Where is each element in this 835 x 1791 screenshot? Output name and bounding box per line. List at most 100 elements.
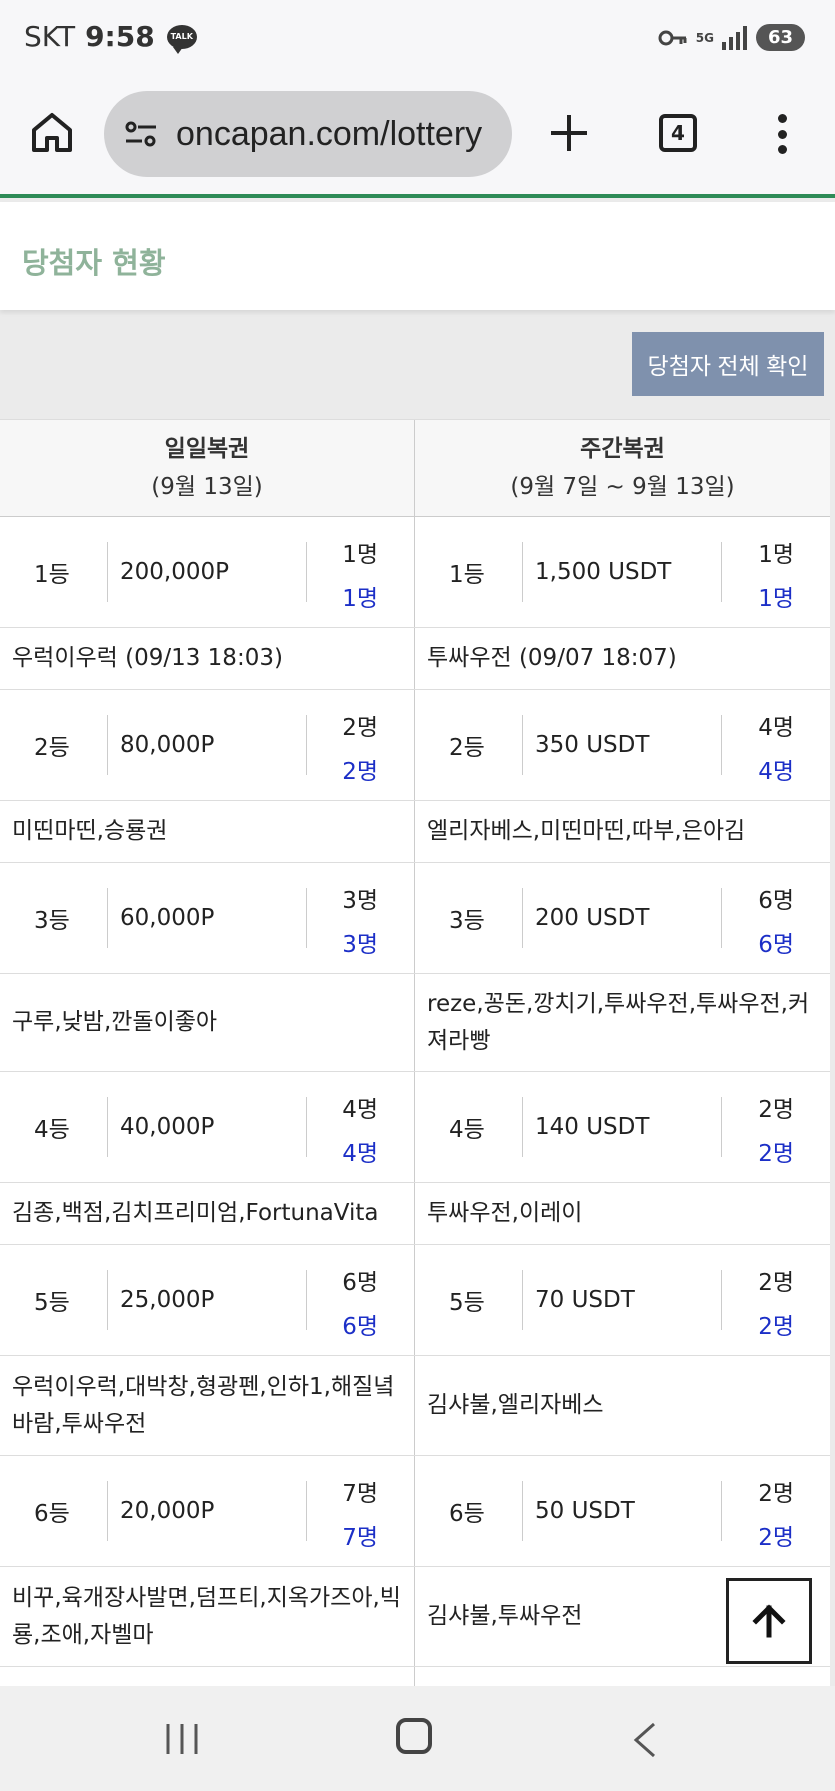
winner-count: 2명	[758, 1270, 794, 1296]
rank-label: 5등	[34, 1290, 70, 1316]
url-bar[interactable]: oncapan.com/lottery	[104, 91, 512, 177]
system-nav-bar	[0, 1686, 835, 1791]
winner-count: 2명	[758, 1481, 794, 1507]
weekly-winners: 투싸우전 (09/07 18:07)	[427, 645, 677, 671]
header-period: (9월 7일 ~ 9월 13일)	[510, 474, 735, 500]
winners-table: 일일복권 (9월 13일) 주간복권 (9월 7일 ~ 9월 13일) 1등 2…	[0, 419, 830, 1727]
nav-home-icon[interactable]	[396, 1718, 432, 1754]
weekly-winners: reze,꽁돈,깡치기,투싸우전,투싸우전,커져라빵	[427, 990, 810, 1054]
table-header: 일일복권 (9월 13일) 주간복권 (9월 7일 ~ 9월 13일)	[0, 419, 830, 517]
prize-amount: 70 USDT	[535, 1287, 635, 1313]
url-text[interactable]: oncapan.com/lottery	[176, 115, 482, 154]
prize-amount: 60,000P	[120, 905, 215, 931]
prize-amount: 1,500 USDT	[535, 559, 672, 585]
winners-row: 김종,백점,김치프리미엄,FortunaVita 투싸우전,이레이	[0, 1183, 830, 1245]
header-period: (9월 13일)	[151, 474, 263, 500]
scroll-to-top-button[interactable]	[726, 1578, 812, 1664]
confirmed-count: 2명	[342, 759, 378, 785]
rank-label: 6등	[34, 1501, 70, 1527]
winner-count: 4명	[342, 1097, 378, 1123]
winners-row: 비꾸,육개장사발면,덤프티,지옥가즈아,빅룡,조애,자벨마 김샤불,투싸우전	[0, 1567, 830, 1667]
daily-winners: 김종,백점,김치프리미엄,FortunaVita	[0, 1183, 415, 1244]
winner-count: 6명	[758, 888, 794, 914]
page-header: 당첨자 현황	[0, 202, 835, 310]
daily-rank-cell: 5등 25,000P 6명 6명	[0, 1245, 415, 1355]
prize-amount: 200,000P	[120, 559, 229, 585]
rank-label: 1등	[34, 562, 70, 588]
table-row: 4등 40,000P 4명 4명 4등 140 USDT 2명 2명	[0, 1072, 830, 1183]
weekly-rank-cell: 6등 50 USDT 2명 2명	[415, 1456, 830, 1566]
confirmed-count: 1명	[758, 586, 794, 612]
confirmed-count: 4명	[758, 759, 794, 785]
daily-winners: 미띤마띤,승룡권	[0, 801, 415, 862]
home-icon[interactable]	[30, 110, 74, 154]
new-tab-icon[interactable]	[548, 112, 590, 154]
winner-count: 7명	[342, 1481, 378, 1507]
back-icon[interactable]	[632, 1722, 658, 1758]
kakaotalk-icon: TALK	[166, 24, 197, 54]
table-row: 3등 60,000P 3명 3명 3등 200 USDT 6명 6명	[0, 863, 830, 974]
view-all-winners-button[interactable]: 당첨자 전체 확인	[632, 332, 824, 396]
status-right: 5G 63	[658, 24, 805, 51]
rank-label: 2등	[449, 735, 485, 761]
recent-apps-icon[interactable]	[165, 1722, 199, 1756]
prize-amount: 50 USDT	[535, 1498, 635, 1524]
daily-winners: 구루,낮밤,깐돌이좋아	[0, 974, 415, 1071]
rank-label: 3등	[449, 908, 485, 934]
winners-row: 우럭이우럭 (09/13 18:03) 투싸우전 (09/07 18:07)	[0, 628, 830, 690]
table-row: 6등 20,000P 7명 7명 6등 50 USDT 2명 2명	[0, 1456, 830, 1567]
rank-label: 5등	[449, 1290, 485, 1316]
site-settings-icon[interactable]	[124, 119, 158, 149]
carrier-label: SKT	[24, 20, 76, 53]
prize-amount: 25,000P	[120, 1287, 215, 1313]
confirmed-count: 6명	[342, 1314, 378, 1340]
confirmed-count: 2명	[758, 1314, 794, 1340]
clock: 9:58	[85, 20, 155, 53]
tab-switcher-button[interactable]: 4	[659, 114, 697, 152]
daily-winners: 비꾸,육개장사발면,덤프티,지옥가즈아,빅룡,조애,자벨마	[0, 1567, 415, 1666]
daily-rank-cell: 1등 200,000P 1명 1명	[0, 517, 415, 627]
daily-rank-cell: 6등 20,000P 7명 7명	[0, 1456, 415, 1566]
more-vert-icon[interactable]	[772, 114, 792, 154]
confirmed-count: 4명	[342, 1141, 378, 1167]
table-row: 2등 80,000P 2명 2명 2등 350 USDT 4명 4명	[0, 690, 830, 801]
weekly-rank-cell: 4등 140 USDT 2명 2명	[415, 1072, 830, 1182]
confirmed-count: 7명	[342, 1525, 378, 1551]
rank-label: 4등	[449, 1117, 485, 1143]
prize-amount: 20,000P	[120, 1498, 215, 1524]
rank-label: 4등	[34, 1117, 70, 1143]
rank-label: 2등	[34, 735, 70, 761]
confirmed-count: 2명	[758, 1525, 794, 1551]
status-bar: SKT 9:58 TALK 5G 63	[0, 0, 835, 80]
rank-label: 6등	[449, 1501, 485, 1527]
prize-amount: 40,000P	[120, 1114, 215, 1140]
winners-row: 구루,낮밤,깐돌이좋아 reze,꽁돈,깡치기,투싸우전,투싸우전,커져라빵	[0, 974, 830, 1072]
prize-amount: 80,000P	[120, 732, 215, 758]
winner-count: 1명	[758, 542, 794, 568]
confirmed-count: 2명	[758, 1141, 794, 1167]
winner-count: 2명	[758, 1097, 794, 1123]
daily-rank-cell: 4등 40,000P 4명 4명	[0, 1072, 415, 1182]
weekly-lottery-header: 주간복권 (9월 7일 ~ 9월 13일)	[415, 420, 830, 516]
browser-toolbar: oncapan.com/lottery 4	[0, 80, 835, 198]
weekly-winners: 김샤불,엘리자베스	[427, 1392, 604, 1418]
rank-label: 1등	[449, 562, 485, 588]
confirmed-count: 3명	[342, 932, 378, 958]
prize-amount: 350 USDT	[535, 732, 650, 758]
weekly-winners: 투싸우전,이레이	[427, 1200, 583, 1226]
confirmed-count: 1명	[342, 586, 378, 612]
weekly-winners: 엘리자베스,미띤마띤,따부,은아김	[427, 818, 746, 844]
daily-winners: 우럭이우럭 (09/13 18:03)	[0, 628, 415, 689]
weekly-rank-cell: 5등 70 USDT 2명 2명	[415, 1245, 830, 1355]
weekly-rank-cell: 3등 200 USDT 6명 6명	[415, 863, 830, 973]
page-title: 당첨자 현황	[22, 246, 166, 280]
daily-rank-cell: 2등 80,000P 2명 2명	[0, 690, 415, 800]
daily-rank-cell: 3등 60,000P 3명 3명	[0, 863, 415, 973]
header-title: 일일복권	[164, 436, 250, 462]
rank-label: 3등	[34, 908, 70, 934]
weekly-rank-cell: 2등 350 USDT 4명 4명	[415, 690, 830, 800]
winners-row: 우럭이우럭,대박창,형광펜,인하1,해질녘바람,투싸우전 김샤불,엘리자베스	[0, 1356, 830, 1456]
winner-count: 3명	[342, 888, 378, 914]
table-row: 1등 200,000P 1명 1명 1등 1,500 USDT 1명 1명	[0, 517, 830, 628]
prize-amount: 200 USDT	[535, 905, 650, 931]
